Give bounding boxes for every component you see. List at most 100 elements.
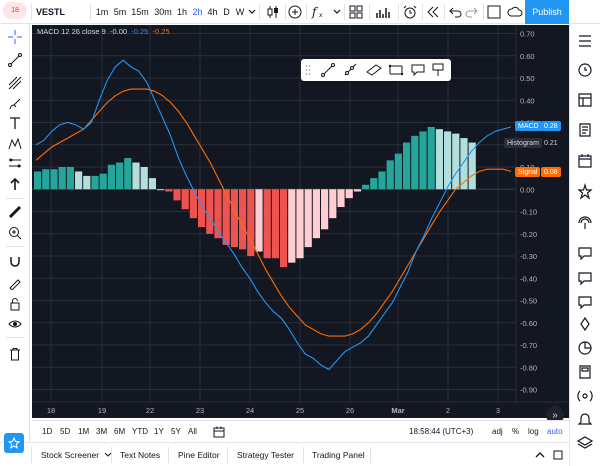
tab-pine-editor[interactable]: Pine Editor: [178, 443, 220, 466]
right-panel-star-button[interactable]: [575, 182, 595, 202]
range-1d-button[interactable]: 1D: [42, 421, 52, 442]
interval-2h-button[interactable]: 2h: [190, 0, 205, 24]
favorite-trend-line-button[interactable]: [319, 61, 337, 79]
range-3m-button[interactable]: 3M: [96, 421, 107, 442]
right-panel-layers-button[interactable]: [575, 433, 595, 453]
lock-drawing-tool[interactable]: [5, 273, 25, 293]
range-6m-button[interactable]: 6M: [114, 421, 125, 442]
right-panel-public-chat-button[interactable]: [575, 292, 595, 312]
price-tick-label: 0.60: [520, 52, 535, 61]
indicator-legend[interactable]: MACD 12 26 close 9 -0.00 -0.25 -0.25: [37, 27, 170, 36]
fib-tool[interactable]: [5, 73, 25, 93]
remove-drawings-tool[interactable]: [5, 344, 25, 364]
avatar[interactable]: 18: [3, 2, 27, 19]
tab-text-notes[interactable]: Text Notes: [120, 443, 160, 466]
alert-button[interactable]: [400, 0, 420, 24]
financials-icon: [376, 8, 390, 18]
layout-button[interactable]: [484, 0, 504, 24]
histogram-bar: [345, 189, 353, 199]
prediction-tool[interactable]: [5, 153, 25, 173]
symbol-search-button[interactable]: VESTL: [36, 0, 86, 24]
zoom-tool[interactable]: [5, 223, 25, 243]
pattern-tool[interactable]: [5, 134, 25, 154]
right-panel-hotlist-button[interactable]: [575, 120, 595, 140]
right-panel-calendar-button[interactable]: [575, 151, 595, 171]
right-panel-ideas-button[interactable]: [575, 314, 595, 334]
pencil-lock-icon: [9, 279, 21, 290]
tab-stock-screener[interactable]: Stock Screener: [41, 443, 113, 466]
interval-30m-button[interactable]: 30m: [152, 0, 174, 24]
favorite-callout-button[interactable]: [409, 61, 427, 79]
interval-5m-button[interactable]: 5m: [111, 0, 129, 24]
favorites-button[interactable]: [4, 433, 24, 453]
financials-button[interactable]: [372, 0, 396, 24]
histogram-bar: [66, 167, 74, 190]
right-panel-calculator-button[interactable]: [575, 362, 595, 382]
lock-all-tool[interactable]: [5, 294, 25, 314]
widget-toolbar: [569, 24, 600, 466]
right-panel-streams-button[interactable]: [575, 213, 595, 233]
tab-strategy-tester[interactable]: Strategy Tester: [237, 443, 294, 466]
auto-scale-button[interactable]: auto: [547, 421, 563, 442]
templates-button[interactable]: [346, 0, 366, 24]
indicators-dropdown-button[interactable]: [332, 0, 342, 24]
range-5y-button[interactable]: 5Y: [171, 421, 181, 442]
right-panel-chat-button[interactable]: [575, 243, 595, 263]
right-panel-watchlist-button[interactable]: [575, 31, 595, 51]
percent-scale-button[interactable]: %: [512, 421, 519, 442]
macd-chart[interactable]: 0.700.600.500.400.300.200.100.00-0.10-0.…: [32, 25, 569, 418]
crosshair-tool[interactable]: [5, 27, 25, 47]
date-range-icon: [388, 64, 404, 76]
chart-style-button[interactable]: [263, 0, 283, 24]
toolbar-divider: [31, 4, 32, 20]
redo-button[interactable]: [463, 0, 481, 24]
interval-dropdown-button[interactable]: [247, 0, 257, 24]
right-panel-private-chat-button[interactable]: [575, 268, 595, 288]
right-panel-screener-button[interactable]: [575, 338, 595, 358]
favorite-flag-button[interactable]: [429, 61, 447, 79]
publish-button[interactable]: Publish: [525, 0, 569, 24]
log-scale-button[interactable]: log: [528, 421, 539, 442]
right-panel-alarm-clock-button[interactable]: [575, 60, 595, 80]
range-ytd-button[interactable]: YTD: [132, 421, 148, 442]
go-to-date-button[interactable]: [213, 421, 225, 442]
trend-line-tool[interactable]: [5, 50, 25, 70]
magnet-icon: [10, 257, 20, 267]
text-tool[interactable]: [5, 113, 25, 133]
tab-trading-panel[interactable]: Trading Panel: [312, 443, 365, 466]
maximize-panel-button[interactable]: [553, 443, 563, 466]
indicators-button[interactable]: fx: [308, 0, 332, 24]
right-panel-bell-button[interactable]: [575, 409, 595, 429]
cursor-arrow-tool[interactable]: [5, 174, 25, 194]
favorite-ray-button[interactable]: [341, 61, 359, 79]
compare-button[interactable]: [286, 0, 304, 24]
favorite-channel-button[interactable]: [365, 61, 383, 79]
favorite-ranges-button[interactable]: [387, 61, 405, 79]
interval-1h-button[interactable]: 1h: [175, 0, 189, 24]
hide-drawings-tool[interactable]: [5, 314, 25, 334]
undo-button[interactable]: [446, 0, 464, 24]
interval-d-button[interactable]: D: [220, 0, 233, 24]
save-to-cloud-button[interactable]: [505, 0, 525, 24]
histogram-value-tag: 0.21: [544, 139, 558, 147]
collapse-panel-button[interactable]: [534, 443, 546, 466]
brush-tool[interactable]: [5, 94, 25, 114]
drag-handle[interactable]: [303, 61, 313, 79]
range-all-button[interactable]: All: [188, 421, 197, 442]
range-5d-button[interactable]: 5D: [60, 421, 70, 442]
interval-15m-button[interactable]: 15m: [129, 0, 151, 24]
interval-4h-button[interactable]: 4h: [205, 0, 220, 24]
right-panel-data-window-button[interactable]: [575, 90, 595, 110]
templates-icon: [349, 5, 363, 19]
timezone-clock[interactable]: 18:58:44 (UTC+3): [409, 421, 473, 442]
magnet-tool[interactable]: [5, 252, 25, 272]
range-1m-button[interactable]: 1M: [78, 421, 89, 442]
replay-button[interactable]: [424, 0, 442, 24]
chart-pane[interactable]: 0.700.600.500.400.300.200.100.00-0.10-0.…: [32, 25, 569, 424]
interval-w-button[interactable]: W: [233, 0, 247, 24]
adjust-button[interactable]: adj: [492, 421, 503, 442]
range-1y-button[interactable]: 1Y: [154, 421, 164, 442]
measure-tool[interactable]: [5, 202, 25, 222]
right-panel-broadcast-button[interactable]: [575, 386, 595, 406]
interval-1m-button[interactable]: 1m: [93, 0, 111, 24]
